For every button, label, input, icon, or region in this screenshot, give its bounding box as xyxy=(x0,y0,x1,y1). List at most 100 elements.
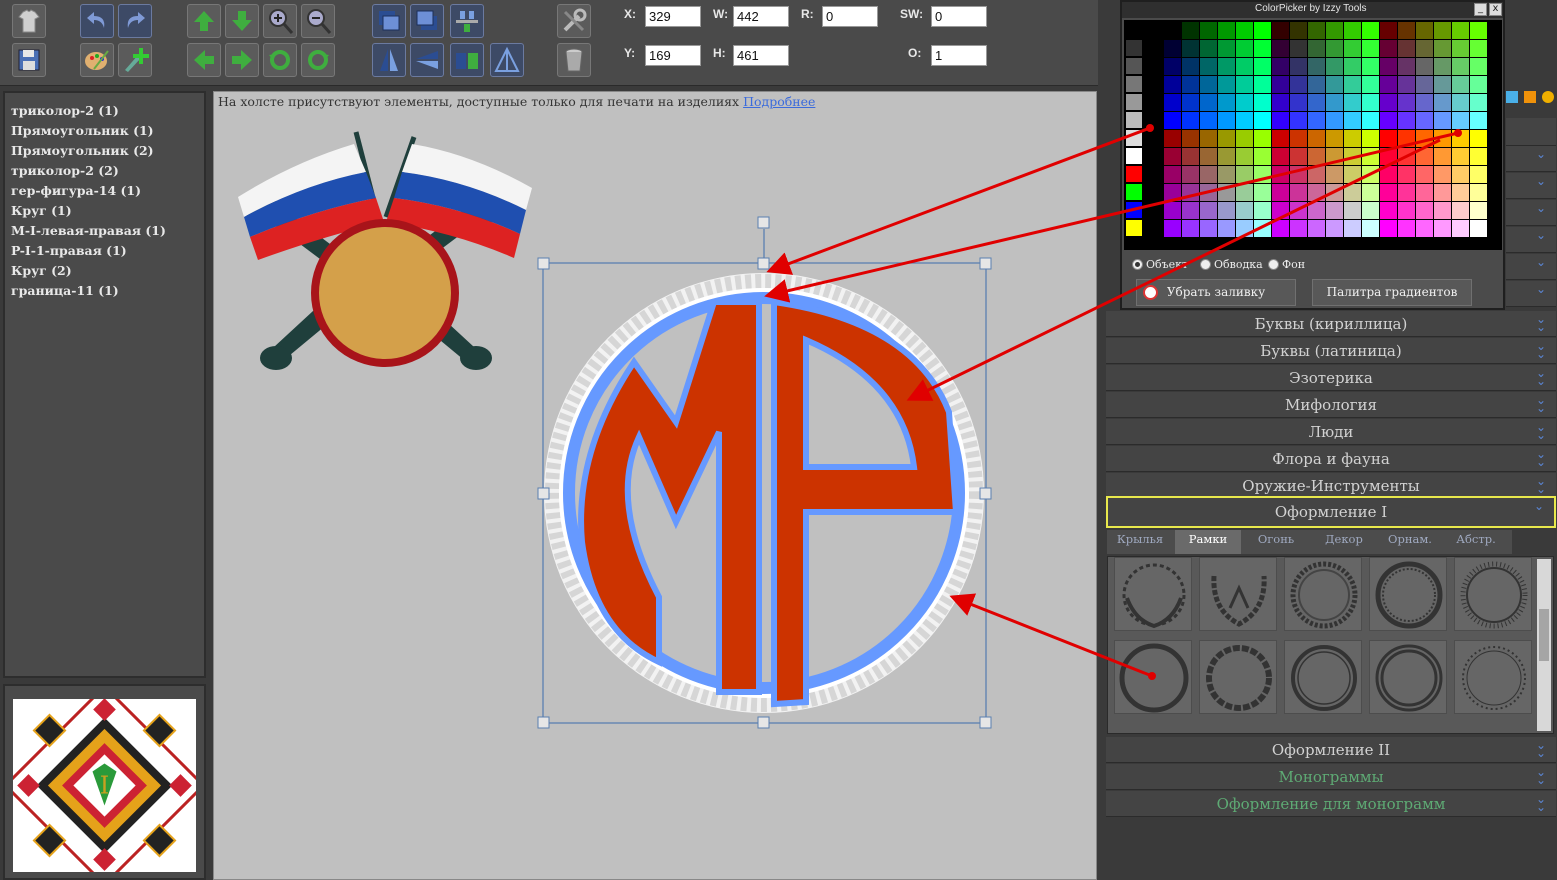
color-swatch[interactable] xyxy=(1308,22,1325,39)
color-swatch[interactable] xyxy=(1236,22,1253,39)
mail-icon[interactable] xyxy=(1542,91,1554,103)
zoom-out-button[interactable] xyxy=(301,4,335,38)
color-swatch[interactable] xyxy=(1200,166,1217,183)
color-swatch[interactable] xyxy=(1200,220,1217,237)
color-swatch[interactable] xyxy=(1416,58,1433,75)
rotate-right-button[interactable] xyxy=(301,43,335,77)
color-swatch[interactable] xyxy=(1272,220,1289,237)
color-swatch[interactable] xyxy=(1470,94,1487,111)
layer-item[interactable]: M-I-левая-правая (1) xyxy=(11,221,198,241)
color-swatch[interactable] xyxy=(1470,40,1487,57)
color-swatch[interactable] xyxy=(1200,40,1217,57)
color-swatch[interactable] xyxy=(1126,40,1142,56)
color-swatch[interactable] xyxy=(1126,22,1142,38)
color-swatch[interactable] xyxy=(1164,40,1181,57)
move-down-button[interactable] xyxy=(225,4,259,38)
color-swatch[interactable] xyxy=(1272,22,1289,39)
tab-fire[interactable]: Огонь xyxy=(1243,530,1309,554)
tab-abstract[interactable]: Абстр. xyxy=(1443,530,1509,554)
color-swatch[interactable] xyxy=(1236,166,1253,183)
color-swatch[interactable] xyxy=(1416,40,1433,57)
color-swatch[interactable] xyxy=(1380,22,1397,39)
flip-horizontal-button[interactable] xyxy=(410,43,444,77)
color-swatch[interactable] xyxy=(1182,184,1199,201)
color-swatch[interactable] xyxy=(1290,148,1307,165)
color-swatch[interactable] xyxy=(1380,58,1397,75)
color-swatch[interactable] xyxy=(1200,148,1217,165)
color-swatch[interactable] xyxy=(1272,58,1289,75)
color-swatch[interactable] xyxy=(1218,220,1235,237)
bring-forward-button[interactable] xyxy=(372,4,406,38)
color-swatch[interactable] xyxy=(1326,112,1343,129)
color-swatch[interactable] xyxy=(1452,40,1469,57)
color-swatch[interactable] xyxy=(1290,130,1307,147)
color-swatch[interactable] xyxy=(1362,220,1379,237)
color-swatch[interactable] xyxy=(1452,166,1469,183)
color-swatch[interactable] xyxy=(1254,112,1271,129)
color-swatch[interactable] xyxy=(1416,76,1433,93)
color-swatch[interactable] xyxy=(1218,130,1235,147)
color-swatch[interactable] xyxy=(1434,58,1451,75)
opacity-field[interactable] xyxy=(931,45,987,66)
color-swatch[interactable] xyxy=(1470,58,1487,75)
color-swatch[interactable] xyxy=(1200,130,1217,147)
tab-wings[interactable]: Крылья xyxy=(1107,530,1173,554)
color-swatch[interactable] xyxy=(1200,76,1217,93)
color-swatch[interactable] xyxy=(1182,220,1199,237)
color-swatch[interactable] xyxy=(1416,220,1433,237)
color-swatch[interactable] xyxy=(1362,130,1379,147)
color-swatch[interactable] xyxy=(1326,148,1343,165)
move-up-button[interactable] xyxy=(187,4,221,38)
color-swatch[interactable] xyxy=(1272,202,1289,219)
color-swatch[interactable] xyxy=(1470,112,1487,129)
color-swatch[interactable] xyxy=(1254,22,1271,39)
color-picker-titlebar[interactable]: ColorPicker by Izzy Tools _ x xyxy=(1122,2,1503,18)
color-swatch[interactable] xyxy=(1218,94,1235,111)
color-swatch[interactable] xyxy=(1452,94,1469,111)
color-swatch[interactable] xyxy=(1434,94,1451,111)
add-paint-button[interactable] xyxy=(118,43,152,77)
color-swatch[interactable] xyxy=(1380,220,1397,237)
color-swatch[interactable] xyxy=(1236,112,1253,129)
color-swatch[interactable] xyxy=(1362,112,1379,129)
color-swatch[interactable] xyxy=(1434,22,1451,39)
color-swatch[interactable] xyxy=(1434,184,1451,201)
undo-button[interactable] xyxy=(80,4,114,38)
color-swatch[interactable] xyxy=(1290,184,1307,201)
mp-monogram[interactable] xyxy=(544,273,984,713)
color-swatch[interactable] xyxy=(1398,94,1415,111)
odnoklassniki-icon[interactable] xyxy=(1524,91,1536,103)
flag-emblem[interactable] xyxy=(238,131,532,370)
width-field[interactable] xyxy=(733,6,789,27)
color-swatch[interactable] xyxy=(1326,166,1343,183)
send-backward-button[interactable] xyxy=(410,4,444,38)
color-swatch[interactable] xyxy=(1470,76,1487,93)
color-swatch[interactable] xyxy=(1434,40,1451,57)
color-swatch[interactable] xyxy=(1126,220,1142,236)
color-swatch[interactable] xyxy=(1164,130,1181,147)
color-swatch[interactable] xyxy=(1308,202,1325,219)
color-swatch[interactable] xyxy=(1182,94,1199,111)
color-swatch[interactable] xyxy=(1452,202,1469,219)
layer-item[interactable]: граница-11 (1) xyxy=(11,281,198,301)
color-swatch[interactable] xyxy=(1380,76,1397,93)
radius-field[interactable] xyxy=(822,6,878,27)
color-swatch[interactable] xyxy=(1398,148,1415,165)
color-swatch[interactable] xyxy=(1164,166,1181,183)
category-people[interactable]: Люди ⌄ ⌄ xyxy=(1106,419,1556,445)
x-field[interactable] xyxy=(645,6,701,27)
color-swatch[interactable] xyxy=(1254,76,1271,93)
color-swatch[interactable] xyxy=(1344,40,1361,57)
color-swatch[interactable] xyxy=(1290,220,1307,237)
frame-plain-ring[interactable] xyxy=(1114,640,1192,714)
color-swatch[interactable] xyxy=(1126,58,1142,74)
color-swatch[interactable] xyxy=(1344,22,1361,39)
color-swatch[interactable] xyxy=(1434,220,1451,237)
color-swatch[interactable] xyxy=(1164,184,1181,201)
color-swatch[interactable] xyxy=(1416,202,1433,219)
color-swatch[interactable] xyxy=(1272,130,1289,147)
color-swatch[interactable] xyxy=(1326,76,1343,93)
color-swatch[interactable] xyxy=(1200,22,1217,39)
move-right-button[interactable] xyxy=(225,43,259,77)
color-swatch[interactable] xyxy=(1362,166,1379,183)
